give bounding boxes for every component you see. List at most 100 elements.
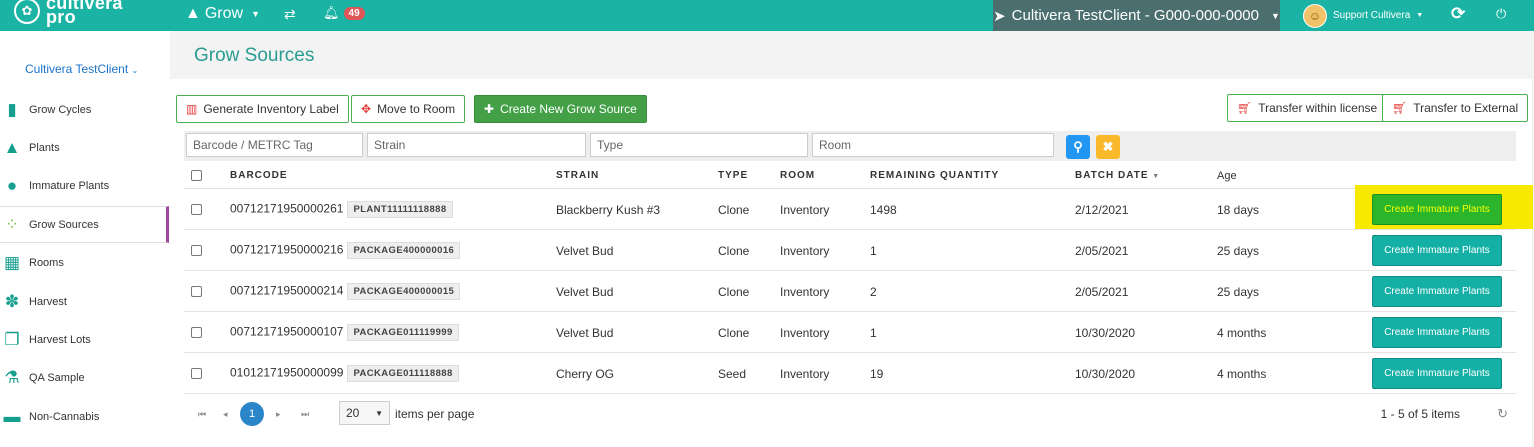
cell-barcode: 01012171950000099 PACKAGE011118888 bbox=[230, 365, 459, 382]
seeds-icon: ⁘ bbox=[4, 214, 20, 234]
table-row[interactable]: 01012171950000099 PACKAGE011118888 Cherry … bbox=[184, 353, 1516, 394]
refresh-icon[interactable]: ⟳ bbox=[1451, 4, 1465, 24]
cart-icon: 🛒︎ bbox=[1392, 101, 1408, 115]
items-per-page-label: items per page bbox=[395, 407, 475, 421]
flask-icon: ⚗ bbox=[4, 367, 20, 387]
sidebar-client-selector[interactable]: Cultivera TestClient ⌄ bbox=[25, 62, 138, 76]
row-checkbox[interactable] bbox=[191, 204, 202, 215]
select-all-checkbox[interactable] bbox=[191, 170, 202, 181]
create-new-grow-source-button[interactable]: ✚ Create New Grow Source bbox=[474, 95, 647, 123]
cell-room: Inventory bbox=[780, 285, 830, 299]
cell-barcode: 00712171950000214 PACKAGE400000015 bbox=[230, 283, 461, 300]
transfer-within-license-button[interactable]: 🛒︎ Transfer within license bbox=[1227, 94, 1388, 122]
cell-barcode: 00712171950000261 PLANT11111118888 bbox=[230, 201, 453, 218]
row-checkbox[interactable] bbox=[191, 368, 202, 379]
table-row[interactable]: 00712171950000216 PACKAGE400000016 Velvet … bbox=[184, 230, 1516, 271]
create-immature-plants-button[interactable]: Create Immature Plants bbox=[1372, 194, 1502, 225]
cell-date: 10/30/2020 bbox=[1075, 326, 1136, 340]
cell-strain: Cherry OG bbox=[556, 367, 615, 381]
header-type[interactable]: TYPE bbox=[718, 170, 748, 181]
clear-filter-button[interactable]: ✖ bbox=[1096, 135, 1120, 159]
location-arrow-icon: ➤ bbox=[993, 7, 1006, 25]
sort-desc-icon: ▼ bbox=[1152, 173, 1161, 180]
generate-inventory-label-button[interactable]: ▥ Generate Inventory Label bbox=[176, 95, 349, 123]
sidebar-item-qa-sample[interactable]: ⚗ QA Sample bbox=[0, 359, 169, 396]
cell-type: Seed bbox=[718, 367, 747, 381]
barcode-filter-input[interactable] bbox=[186, 133, 363, 157]
last-page-icon[interactable]: ⏭ bbox=[301, 409, 309, 420]
cell-qty: 1 bbox=[870, 326, 877, 340]
cell-room: Inventory bbox=[780, 326, 830, 340]
pager-current-page[interactable]: 1 bbox=[240, 402, 264, 426]
sidebar-item-grow-sources[interactable]: ⁘ Grow Sources bbox=[0, 206, 169, 243]
move-to-room-button[interactable]: ✥ Move to Room bbox=[351, 95, 466, 123]
metrc-tag-badge: PACKAGE011119999 bbox=[347, 324, 459, 341]
cell-date: 2/05/2021 bbox=[1075, 285, 1129, 299]
prev-page-icon[interactable]: ◂ bbox=[223, 409, 228, 420]
sidebar-item-rooms[interactable]: ▦ Rooms bbox=[0, 244, 169, 281]
grow-menu[interactable]: ▲ Grow ▼ bbox=[185, 5, 260, 23]
caret-down-icon: ▼ bbox=[1271, 10, 1280, 21]
refresh-icon[interactable]: ↻ bbox=[1497, 406, 1508, 422]
cell-qty: 1 bbox=[870, 244, 877, 258]
header-strain[interactable]: STRAIN bbox=[556, 170, 599, 181]
metrc-tag-badge: PLANT11111118888 bbox=[347, 201, 453, 218]
search-icon: ⚲ bbox=[1073, 139, 1083, 154]
sidebar-item-non-cannabis[interactable]: ▬ Non-Cannabis bbox=[0, 398, 169, 435]
header-remaining-quantity[interactable]: REMAINING QUANTITY bbox=[870, 170, 999, 181]
logo[interactable]: ✿ cultivera pro bbox=[14, 0, 123, 31]
grid-icon: ▦ bbox=[3, 252, 21, 272]
user-name: Support Cultivera bbox=[1333, 10, 1411, 21]
close-icon: ✖ bbox=[1102, 139, 1114, 154]
sidebar-item-harvest-lots[interactable]: ❐ Harvest Lots bbox=[0, 321, 169, 358]
transfer-to-external-button[interactable]: 🛒︎ Transfer to External bbox=[1382, 94, 1529, 122]
cell-room: Inventory bbox=[780, 367, 830, 381]
filter-bar: ⚲ ✖ bbox=[184, 131, 1516, 161]
cell-type: Clone bbox=[718, 326, 750, 340]
sidebar-item-harvest[interactable]: ✽ Harvest bbox=[0, 283, 169, 320]
notifications-button[interactable]: 🔔︎ 49 bbox=[323, 5, 365, 21]
strain-filter-input[interactable] bbox=[367, 133, 586, 157]
bar-chart-icon: ▮ bbox=[7, 99, 17, 119]
header-batch-date[interactable]: BATCH DATE ▼ bbox=[1075, 170, 1160, 181]
header-room[interactable]: ROOM bbox=[780, 170, 815, 181]
caret-down-icon: ▼ bbox=[1416, 12, 1424, 19]
main-content: Grow Sources ▥ Generate Inventory Label … bbox=[170, 31, 1534, 447]
create-immature-plants-button[interactable]: Create Immature Plants bbox=[1372, 276, 1502, 307]
user-menu[interactable]: ☺ Support Cultivera ▼ bbox=[1303, 0, 1423, 31]
avatar: ☺ bbox=[1303, 3, 1327, 28]
create-immature-plants-button[interactable]: Create Immature Plants bbox=[1372, 235, 1502, 266]
cell-type: Clone bbox=[718, 244, 750, 258]
row-checkbox[interactable] bbox=[191, 286, 202, 297]
client-selector[interactable]: ➤ Cultivera TestClient - G000-000-0000 ▼ bbox=[993, 0, 1280, 31]
cell-date: 2/12/2021 bbox=[1075, 203, 1129, 217]
room-filter-input[interactable] bbox=[812, 133, 1054, 157]
header-barcode[interactable]: BARCODE bbox=[230, 170, 288, 181]
sidebar-item-grow-cycles[interactable]: ▮ Grow Cycles bbox=[0, 91, 169, 128]
search-button[interactable]: ⚲ bbox=[1066, 135, 1090, 159]
transfer-icon[interactable]: ⇄ bbox=[284, 6, 296, 23]
power-icon[interactable]: ⏻ bbox=[1496, 6, 1506, 22]
cell-age: 25 days bbox=[1217, 244, 1260, 258]
pager-info: 1 - 5 of 5 items bbox=[1380, 407, 1460, 421]
type-filter-input[interactable] bbox=[590, 133, 808, 157]
cell-type: Clone bbox=[718, 203, 750, 217]
create-immature-plants-button[interactable]: Create Immature Plants bbox=[1372, 317, 1502, 348]
create-immature-plants-button[interactable]: Create Immature Plants bbox=[1372, 358, 1502, 389]
metrc-tag-badge: PACKAGE400000015 bbox=[347, 283, 461, 300]
stack-icon: ❐ bbox=[4, 329, 20, 349]
row-checkbox[interactable] bbox=[191, 327, 202, 338]
page-size-select[interactable]: 20 ▼ bbox=[339, 401, 390, 425]
header-age[interactable]: Age bbox=[1217, 170, 1237, 182]
cell-strain: Velvet Bud bbox=[556, 244, 614, 258]
table-row[interactable]: 00712171950000214 PACKAGE400000015 Velvet … bbox=[184, 271, 1516, 312]
sidebar-item-immature-plants[interactable]: ● Immature Plants bbox=[0, 167, 169, 204]
sidebar-item-plants[interactable]: ▲ Plants bbox=[0, 129, 169, 166]
cell-age: 18 days bbox=[1217, 203, 1260, 217]
next-page-icon[interactable]: ▸ bbox=[276, 409, 281, 420]
table-row[interactable]: 00712171950000261 PLANT11111118888 Blackbe… bbox=[184, 189, 1516, 230]
first-page-icon[interactable]: ⏮ bbox=[198, 409, 206, 420]
page-title: Grow Sources bbox=[194, 45, 315, 66]
row-checkbox[interactable] bbox=[191, 245, 202, 256]
table-row[interactable]: 00712171950000107 PACKAGE011119999 Velvet … bbox=[184, 312, 1516, 353]
